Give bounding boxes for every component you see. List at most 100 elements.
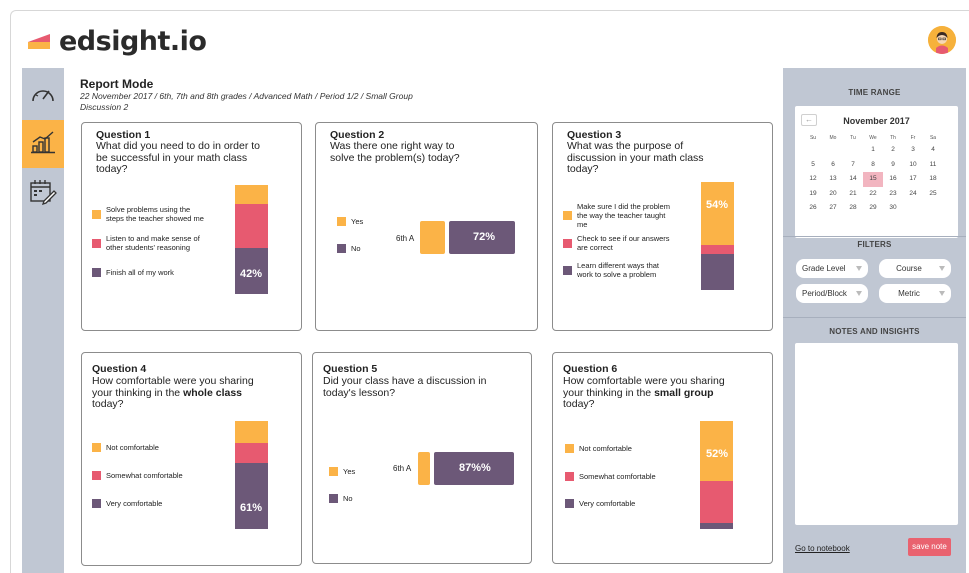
weekday-label: Sa	[929, 135, 937, 141]
legend-item: Listen to and make sense of other studen…	[92, 234, 210, 252]
question-card-3[interactable]: Question 3 What was the purpose of discus…	[552, 122, 773, 331]
calendar-day[interactable]: 17	[903, 172, 923, 187]
notes-textarea[interactable]	[795, 343, 958, 525]
question-card-1[interactable]: Question 1 What did you need to do in or…	[81, 122, 302, 331]
bar-segment	[700, 522, 733, 529]
calendar-day[interactable]: 19	[803, 187, 823, 202]
right-panel: TIME RANGE ← November 2017 Su Mo Tu We Th Fr S…	[783, 68, 966, 573]
save-note-button[interactable]: save note	[908, 538, 951, 556]
report-header: Report Mode 22 November 2017 / 6th, 7th …	[80, 77, 680, 113]
calendar-day[interactable]: 1	[863, 143, 883, 158]
calendar-day[interactable]: 29	[863, 201, 883, 216]
calendar-day[interactable]: 4	[923, 143, 943, 158]
calendar-day[interactable]: 2	[883, 143, 903, 158]
calendar-day[interactable]: 15	[863, 172, 883, 187]
legend-item: Yes	[329, 467, 355, 476]
calendar-day[interactable]: 24	[903, 187, 923, 202]
question-card-5[interactable]: Question 5 Did your class have a discuss…	[312, 352, 532, 564]
calendar-month: November 2017	[843, 116, 910, 126]
horizontal-bar	[420, 221, 515, 254]
calendar-day[interactable]: 10	[903, 158, 923, 173]
calendar-day[interactable]: 21	[843, 187, 863, 202]
bar-value-label: 61%	[240, 502, 263, 514]
calendar-day[interactable]: 18	[923, 172, 943, 187]
period-block-dropdown[interactable]: Period/Block	[796, 284, 868, 303]
legend-item: Very comfortable	[92, 499, 162, 508]
grade-level-dropdown[interactable]: Grade Level	[796, 259, 868, 278]
nav-dashboard[interactable]	[22, 72, 64, 120]
legend-swatch	[92, 443, 101, 452]
breadcrumb-line-2: Discussion 2	[80, 102, 129, 112]
bar-category: 6th A	[396, 234, 415, 243]
legend-item: Not comfortable	[92, 443, 159, 452]
calendar-week: 5 6 7 8 9 10 11	[803, 158, 953, 173]
calendar-week: 19 20 21 22 23 24 25	[803, 187, 953, 202]
brand-logo[interactable]: edsight.io	[26, 24, 207, 58]
stacked-bar	[700, 421, 733, 529]
question-text: How comfortable were you sharing your th…	[92, 375, 254, 410]
calendar-day[interactable]: 9	[883, 158, 903, 173]
calendar-day[interactable]: 5	[803, 158, 823, 173]
metric-dropdown[interactable]: Metric	[879, 284, 951, 303]
question-card-6[interactable]: Question 6 How comfortable were you shar…	[552, 352, 773, 564]
nav-calendar[interactable]	[22, 170, 64, 218]
breadcrumb: 22 November 2017 / 6th, 7th and 8th grad…	[80, 91, 413, 101]
calendar-day	[803, 143, 823, 158]
calendar-day[interactable]: 16	[883, 172, 903, 187]
calendar-day[interactable]: 6	[823, 158, 843, 173]
calendar-day	[903, 201, 923, 216]
divider	[783, 236, 966, 237]
question-card-2[interactable]: Question 2 Was there one right way to sol…	[315, 122, 538, 331]
course-dropdown[interactable]: Course	[879, 259, 951, 278]
chevron-down-icon	[856, 266, 862, 271]
bar-segment	[701, 182, 734, 245]
user-avatar[interactable]	[928, 26, 956, 54]
bar-value-label: 52%	[706, 448, 729, 460]
calendar-day[interactable]: 22	[863, 187, 883, 202]
notes-heading: NOTES AND INSIGHTS	[829, 327, 920, 336]
calendar-week: 26 27 28 29 30	[803, 201, 953, 216]
calendar-grid: Su Mo Tu We Th Fr Sa 1 2 3 4 5 6 7 8 9 10 11 12 13 14 15 16 17 1…	[803, 133, 953, 216]
legend-item: Not comfortable	[565, 444, 632, 453]
calendar-day[interactable]: 20	[823, 187, 843, 202]
chevron-down-icon	[939, 291, 945, 296]
calendar-day[interactable]: 30	[883, 201, 903, 216]
legend-item: Check to see if our answers are correct	[563, 234, 671, 252]
calendar-edit-icon	[29, 179, 57, 210]
legend-item: Learn different ways that work to solve …	[563, 261, 671, 279]
question-card-4[interactable]: Question 4 How comfortable were you shar…	[81, 352, 302, 566]
weekday-label: Su	[809, 135, 817, 141]
legend-swatch	[563, 265, 572, 275]
calendar-day[interactable]: 14	[843, 172, 863, 187]
bar-segment	[235, 442, 268, 464]
calendar-day[interactable]: 23	[883, 187, 903, 202]
legend-item: Somewhat comfortable	[565, 472, 656, 481]
question-text: What did you need to do in order to be su…	[96, 140, 261, 175]
calendar-day[interactable]: 8	[863, 158, 883, 173]
calendar-day[interactable]: 27	[823, 201, 843, 216]
question-number: Question 5	[323, 363, 378, 375]
calendar-week: 12 13 14 15 16 17 18	[803, 172, 953, 187]
nav-reports[interactable]	[22, 120, 64, 168]
bar-category: 6th A	[393, 464, 412, 473]
bar-segment	[700, 481, 733, 523]
legend-item: Solve problems using the steps the teach…	[92, 205, 210, 223]
calendar-day[interactable]: 11	[923, 158, 943, 173]
go-to-notebook-link[interactable]: Go to notebook	[795, 544, 850, 553]
calendar-day	[843, 143, 863, 158]
logo-mark-icon	[26, 30, 54, 52]
calendar-day	[823, 143, 843, 158]
calendar-day[interactable]: 25	[923, 187, 943, 202]
calendar: ← November 2017 Su Mo Tu We Th Fr Sa 1 2 3 4 5 6 7 8 9 1…	[795, 106, 958, 238]
legend-item: Very comfortable	[565, 499, 635, 508]
bar-chart-icon	[30, 130, 56, 159]
calendar-day[interactable]: 7	[843, 158, 863, 173]
chevron-down-icon	[856, 291, 862, 296]
calendar-day[interactable]: 12	[803, 172, 823, 187]
bar-segment	[701, 254, 734, 290]
calendar-day[interactable]: 28	[843, 201, 863, 216]
calendar-day[interactable]: 13	[823, 172, 843, 187]
bar-value-label: 87%%	[459, 462, 491, 474]
calendar-day[interactable]: 26	[803, 201, 823, 216]
calendar-day[interactable]: 3	[903, 143, 923, 158]
